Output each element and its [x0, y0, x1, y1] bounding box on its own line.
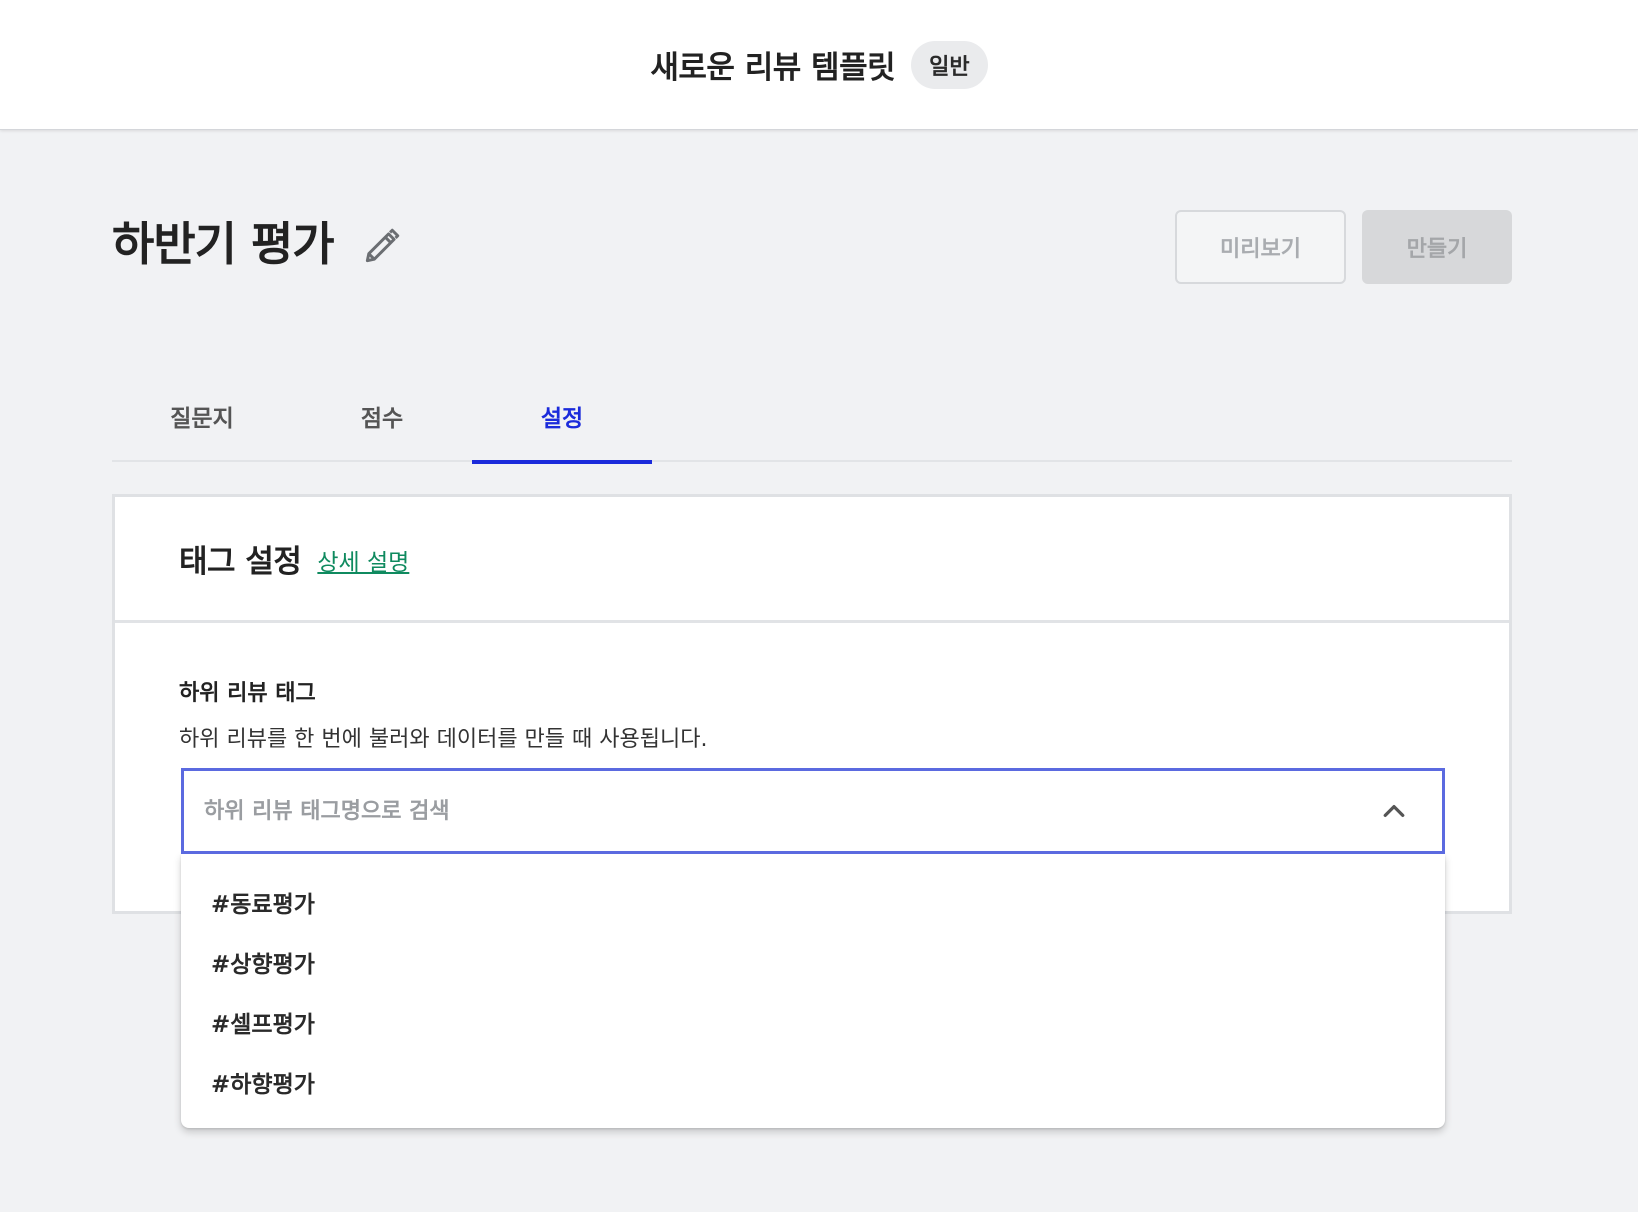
option-peer-review[interactable]: #동료평가	[181, 872, 1445, 932]
preview-button[interactable]: 미리보기	[1175, 210, 1346, 284]
field-label: 하위 리뷰 태그	[179, 681, 316, 706]
tab-bar: 질문지 점수 설정	[112, 370, 1512, 464]
top-header: 새로운 리뷰 템플릿 일반	[0, 0, 1638, 130]
tag-options-dropdown: #동료평가 #상향평가 #셀프평가 #하향평가	[181, 854, 1445, 1128]
template-title: 새로운 리뷰 템플릿	[650, 50, 896, 86]
page-title: 하반기 평가	[112, 217, 335, 271]
tag-search-combobox[interactable]	[181, 768, 1445, 854]
help-link[interactable]: 상세 설명	[317, 543, 409, 577]
template-type-badge: 일반	[911, 40, 988, 89]
field-description: 하위 리뷰를 한 번에 불러와 데이터를 만들 때 사용됩니다.	[179, 727, 708, 752]
tab-questionnaire[interactable]: 질문지	[112, 370, 292, 462]
tab-settings[interactable]: 설정	[472, 370, 652, 464]
option-downward-review[interactable]: #하향평가	[181, 1052, 1445, 1112]
page-title-row: 하반기 평가 미리보기 만들기	[112, 210, 1512, 286]
card-header: 태그 설정 상세 설명	[115, 497, 1509, 623]
option-upward-review[interactable]: #상향평가	[181, 932, 1445, 992]
tab-score[interactable]: 점수	[292, 370, 472, 462]
tag-search-input[interactable]	[204, 791, 1364, 831]
option-self-review[interactable]: #셀프평가	[181, 992, 1445, 1052]
chevron-up-icon[interactable]	[1364, 781, 1424, 841]
create-button[interactable]: 만들기	[1362, 210, 1512, 284]
pencil-icon[interactable]	[360, 224, 404, 268]
section-title: 태그 설정	[179, 544, 302, 580]
